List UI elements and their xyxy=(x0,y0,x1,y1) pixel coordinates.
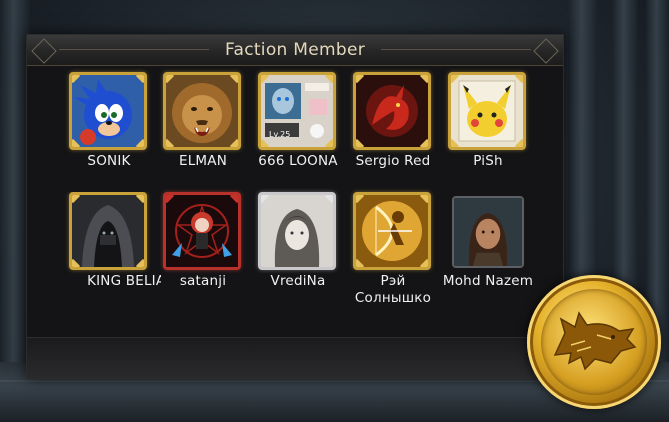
hooded-figure-icon xyxy=(72,195,144,267)
member-card[interactable]: PiSh xyxy=(442,72,534,180)
member-name: VrediNa xyxy=(270,273,326,289)
member-name: PiSh xyxy=(473,153,503,169)
warrior-woman-icon xyxy=(454,198,522,266)
avatar-frame[interactable]: Lv.25 xyxy=(258,72,336,150)
avatar-frame[interactable] xyxy=(69,192,147,270)
direwolf-icon xyxy=(553,311,637,371)
sonic-icon xyxy=(72,75,144,147)
woman-portrait-icon xyxy=(261,195,333,267)
red-dragon-icon xyxy=(356,75,428,147)
pikachu-icon xyxy=(451,75,523,147)
faction-emblem-button[interactable] xyxy=(527,275,661,409)
faction-member-panel: Faction Member SONIK ELMAN Lv.25 666 LOO… xyxy=(26,34,564,379)
avatar-frame[interactable] xyxy=(448,72,526,150)
member-card[interactable]: ELMAN xyxy=(157,72,249,180)
panel-title: Faction Member xyxy=(224,40,366,60)
member-card[interactable]: satanji xyxy=(157,192,249,300)
avatar-frame[interactable] xyxy=(69,72,147,150)
avatar-frame[interactable] xyxy=(353,192,431,270)
member-name: Mohd Nazem xyxy=(442,273,534,289)
lion-icon xyxy=(166,75,238,147)
level-label: Lv.25 xyxy=(269,130,291,139)
member-card[interactable]: Lv.25 666 LOONA xyxy=(252,72,344,180)
header-divider xyxy=(381,49,531,50)
archer-icon xyxy=(356,195,428,267)
avatar-frame[interactable] xyxy=(163,72,241,150)
red-hair-girl-icon xyxy=(166,195,238,267)
member-name: Рэй Солнышко xyxy=(354,273,432,306)
member-card[interactable]: Mohd Nazem xyxy=(442,192,534,300)
member-card[interactable]: VrediNa xyxy=(252,192,344,300)
avatar-frame[interactable] xyxy=(452,196,524,268)
avatar-frame[interactable] xyxy=(163,192,241,270)
avatar-frame[interactable] xyxy=(353,72,431,150)
faction-emblem xyxy=(541,289,647,395)
member-card[interactable]: Sergio Red xyxy=(347,72,439,180)
panel-footer xyxy=(27,337,563,378)
avatar-frame[interactable] xyxy=(258,192,336,270)
member-card[interactable]: Рэй Солнышко xyxy=(347,192,439,306)
panel-header: Faction Member xyxy=(27,35,563,66)
member-card[interactable]: SONIK xyxy=(63,72,155,180)
